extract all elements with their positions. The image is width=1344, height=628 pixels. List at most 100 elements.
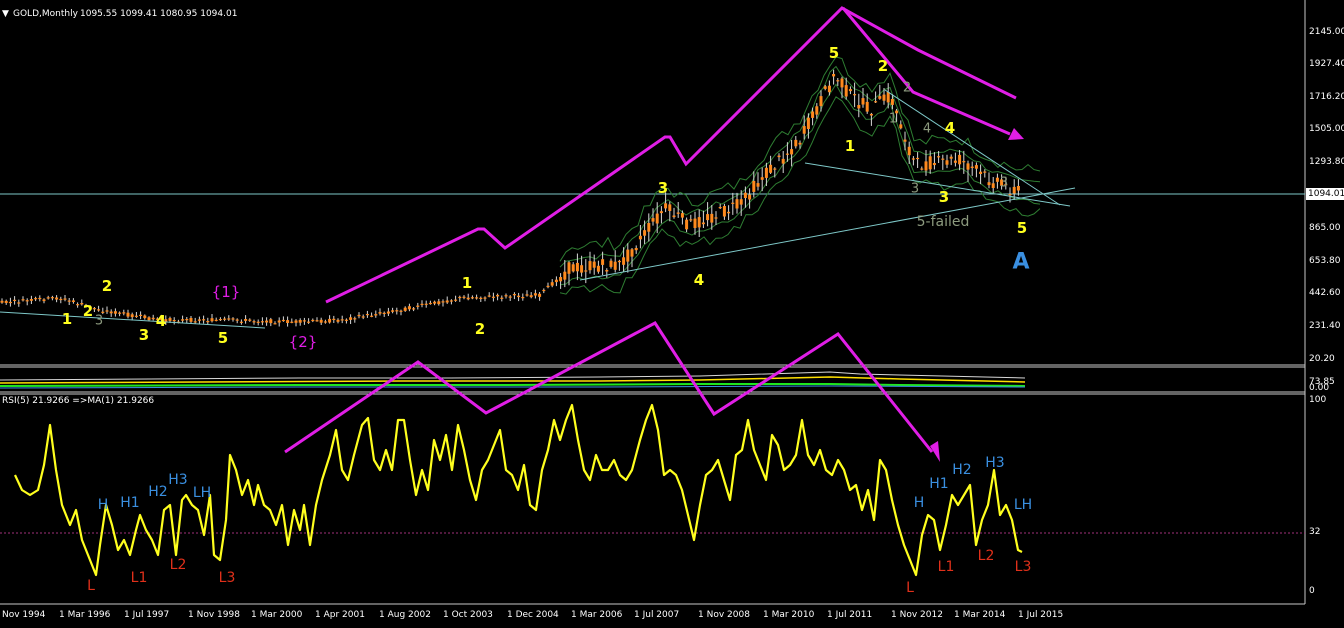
candle-body [462,296,466,298]
candle-body [378,312,382,314]
wave-label: 3 [657,179,669,197]
candle-body [307,321,311,323]
candle-body [290,321,294,323]
candle-body [130,314,134,318]
candle-body [874,101,878,103]
candle-body [328,318,332,323]
candle-body [441,301,445,303]
time-tick: 1 Jul 1997 [124,610,170,620]
wave-label: 1 [844,137,856,155]
rsi-tick: 32 [1309,527,1321,537]
candle-body [151,317,155,320]
candle-body [949,156,953,159]
candle-body [706,214,710,221]
candle-body [34,298,38,300]
candle-body [546,285,550,288]
candle-body [470,297,474,299]
mid-indicator-panel [0,368,1300,390]
rsi-low-label: L2 [977,548,995,564]
candle-body [672,215,676,218]
candle-body [395,310,399,312]
candle-body [601,259,605,265]
rsi-tick: 100 [1309,395,1327,405]
candle-body [475,297,479,299]
time-tick: Nov 1994 [2,610,46,620]
candle-body [386,311,390,314]
candle-body [4,300,8,303]
candle-body [869,113,873,116]
candle-body [126,312,130,317]
candle-body [286,320,290,323]
candle-body [563,271,567,280]
candle-body [365,314,369,316]
candle-body [622,257,626,265]
candle-body [67,300,71,302]
chart-menu-dropdown-icon[interactable]: ▼ [2,9,9,19]
candle-body [718,207,722,209]
symbol-label: GOLD,Monthly [13,9,78,19]
candle-body [752,181,756,192]
candle-body [903,139,907,142]
candle-body [542,289,546,292]
ohlc-readout: 1095.55 1099.41 1080.95 1094.01 [80,9,238,19]
rsi-high-label: H1 [929,476,949,492]
candle-body [193,321,197,323]
candle-body [466,297,470,300]
candle-body [59,298,63,301]
candle-body [525,294,529,296]
candle-body [823,86,827,89]
candle-body [458,296,462,299]
candle-body [953,160,957,163]
candle-body [630,249,634,257]
candle-body [1008,194,1012,196]
candle-body [861,98,865,105]
wave-label: 4 [944,119,956,137]
candle-body [991,183,995,188]
candle-body [269,319,273,324]
candle-body [554,279,558,283]
time-tick: 1 Apr 2001 [315,610,365,620]
candle-body [659,211,663,214]
candle-body [294,320,298,323]
wave-label: 2 [877,57,889,75]
price-candles [0,69,1020,327]
candle-body [496,294,500,297]
candle-body [403,307,407,311]
wave-label: 1 [461,274,473,292]
time-tick: 1 Nov 2012 [891,610,943,620]
candle-body [202,319,206,321]
candle-body [181,319,185,321]
rsi-low-label: L2 [169,557,187,573]
candle-body [336,319,340,322]
candle-body [857,105,861,109]
candle-body [239,321,243,323]
rsi-high-label: H [913,495,925,511]
rsi-high-label: H3 [168,472,188,488]
candle-body [374,314,378,316]
candle-body [227,318,231,320]
candle-body [844,85,848,97]
candle-body [449,300,453,302]
time-tick: 1 Mar 2006 [571,610,623,620]
candle-body [995,177,999,182]
candle-body [580,265,584,273]
chart-canvas[interactable] [0,0,1344,628]
candle-body [676,212,680,214]
candle-body [407,306,411,310]
candle-body [878,96,882,99]
rsi-high-label: H1 [120,495,140,511]
candle-body [13,299,17,301]
candle-body [567,262,571,274]
time-tick: 1 Jul 2015 [1018,610,1064,620]
candle-body [987,182,991,186]
candle-body [748,194,752,200]
candle-body [139,314,143,316]
candle-body [71,300,75,302]
candle-body [773,168,777,170]
candle-body [340,319,344,321]
candle-body [853,94,857,96]
candle-body [46,297,50,299]
failed-wave-label: 5-failed [916,214,970,230]
time-tick: 1 Nov 1998 [188,610,240,620]
candle-body [92,308,96,310]
